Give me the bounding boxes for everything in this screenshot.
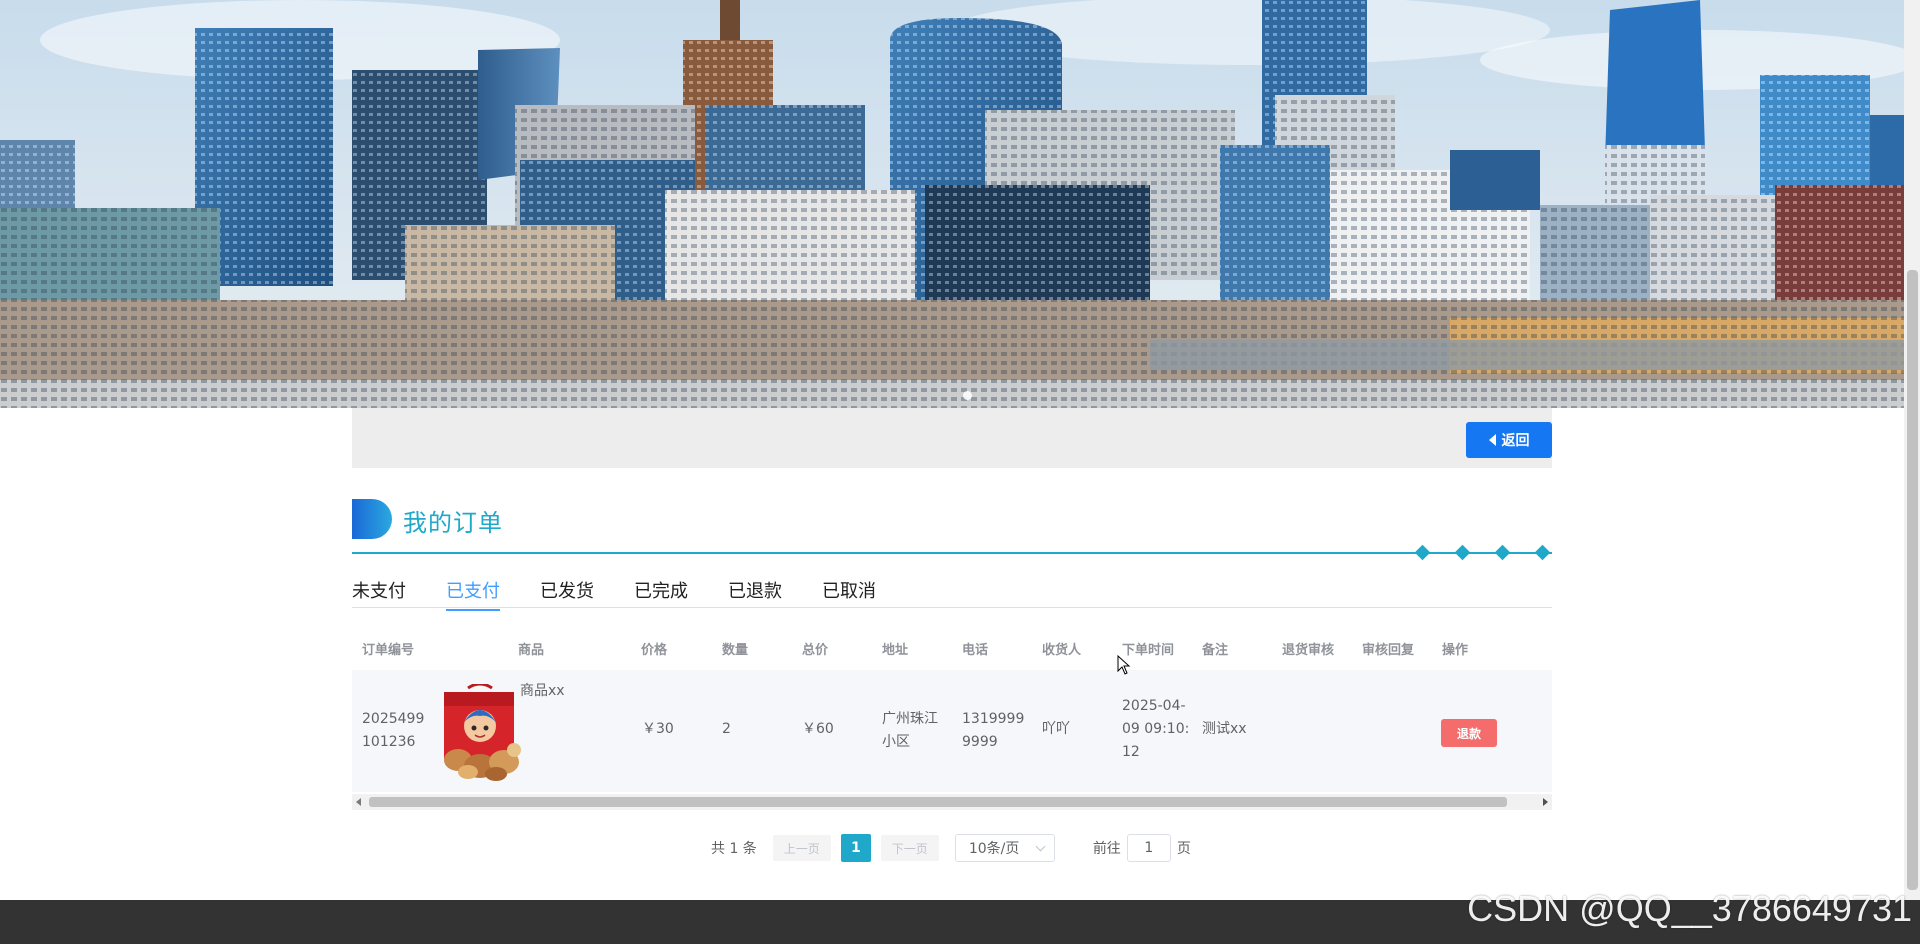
title-divider xyxy=(352,552,1552,554)
table-horizontal-scrollbar[interactable] xyxy=(352,794,1552,810)
column-header: 备注 xyxy=(1202,643,1229,658)
remark-cell: 测试xx xyxy=(1202,721,1247,737)
column-header: 电话 xyxy=(962,643,989,658)
carousel-indicator[interactable] xyxy=(963,391,972,400)
column-header: 审核回复 xyxy=(1362,643,1415,658)
column-header: 商品 xyxy=(518,643,545,658)
back-button[interactable]: 返回 xyxy=(1466,422,1552,458)
table-header: 订单编号 商品 价格 数量 总价 地址 电话 收货人 下单时间 备注 退货审核 … xyxy=(352,630,1552,670)
column-header: 总价 xyxy=(802,643,829,658)
chevron-down-icon xyxy=(1035,841,1046,851)
diamond-icon xyxy=(1534,544,1551,561)
page-toolbar: 返回 xyxy=(352,408,1552,468)
page-size-value: 10条/页 xyxy=(968,841,1020,857)
column-header: 价格 xyxy=(641,643,668,658)
page-scrollbar-thumb[interactable] xyxy=(1907,270,1918,890)
total-cell: ￥60 xyxy=(802,721,834,737)
table-scrollbar-thumb[interactable] xyxy=(369,797,1507,807)
price-cell: ￥30 xyxy=(642,721,674,737)
phone-cell: 1319999 9999 xyxy=(962,711,1025,750)
product-image[interactable] xyxy=(440,684,530,782)
page-number-current[interactable]: 1 xyxy=(840,834,871,862)
column-header: 退货审核 xyxy=(1282,643,1335,658)
diamond-icon xyxy=(1454,544,1471,561)
page-size-select[interactable]: 10条/页 xyxy=(954,834,1055,862)
diamond-icon xyxy=(1414,544,1431,561)
order-number-cell: 2025499 101236 xyxy=(362,711,425,750)
caret-left-icon xyxy=(1488,434,1496,446)
tab-shipped[interactable]: 已发货 xyxy=(540,577,594,609)
goto-prefix: 前往 xyxy=(1092,841,1121,857)
order-status-tabs: 未支付 已支付 已发货 已完成 已退款 已取消 xyxy=(352,575,1552,611)
orders-table: 订单编号 商品 价格 数量 总价 地址 电话 收货人 下单时间 备注 退货审核 … xyxy=(352,630,1552,812)
table-row: 2025499 101236 商品xx ￥30 2 ￥60 广州珠江 小区 13… xyxy=(352,670,1552,792)
section-header: 我的订单 xyxy=(352,497,1552,561)
pagination: 共 1 条 上一页 1 下一页 10条/页 前往 页 xyxy=(711,834,1191,862)
prev-page-button[interactable]: 上一页 xyxy=(772,835,831,861)
back-button-label: 返回 xyxy=(1501,433,1530,449)
refund-button[interactable]: 退款 xyxy=(1441,719,1497,747)
page-title: 我的订单 xyxy=(403,509,503,537)
column-header: 操作 xyxy=(1442,643,1469,658)
tab-completed[interactable]: 已完成 xyxy=(634,577,688,609)
quantity-cell: 2 xyxy=(722,721,731,737)
receiver-cell: 吖吖 xyxy=(1042,721,1070,737)
tab-paid[interactable]: 已支付 xyxy=(446,577,500,611)
page-scrollbar[interactable] xyxy=(1904,0,1920,900)
tab-cancelled[interactable]: 已取消 xyxy=(822,577,876,609)
scroll-right-arrow-icon[interactable] xyxy=(1543,798,1548,806)
column-header: 订单编号 xyxy=(362,643,415,658)
address-cell: 广州珠江 小区 xyxy=(882,711,938,750)
goto-suffix: 页 xyxy=(1176,841,1191,857)
tab-refunded[interactable]: 已退款 xyxy=(728,577,782,609)
watermark: CSDN @QQ__3786649731 xyxy=(1467,888,1912,929)
diamond-icon xyxy=(1494,544,1511,561)
city-skyline-illustration xyxy=(0,0,1904,408)
goto-page-input[interactable] xyxy=(1126,834,1171,862)
column-header: 收货人 xyxy=(1042,643,1082,658)
column-header: 数量 xyxy=(722,643,749,658)
product-name: 商品xx xyxy=(520,683,565,699)
scroll-left-arrow-icon[interactable] xyxy=(356,798,361,806)
next-page-button[interactable]: 下一页 xyxy=(880,835,939,861)
tab-unpaid[interactable]: 未支付 xyxy=(352,577,406,609)
mouse-cursor-icon xyxy=(1117,655,1131,675)
title-badge-icon xyxy=(352,499,392,539)
order-time-cell: 2025-04- 09 09:10: 12 xyxy=(1122,698,1190,760)
pagination-total: 共 1 条 xyxy=(711,841,757,857)
column-header: 地址 xyxy=(882,643,909,658)
banner-image xyxy=(0,0,1904,408)
